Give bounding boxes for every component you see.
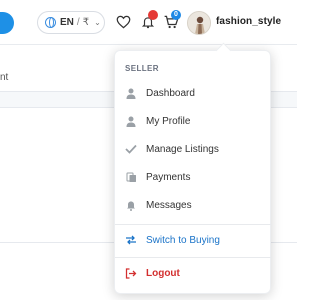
language-currency-selector[interactable]: EN / ₹ ⌄ xyxy=(37,11,105,34)
menu-item-label: Dashboard xyxy=(146,87,195,99)
menu-item-label: My Profile xyxy=(146,115,191,127)
menu-item-label: Manage Listings xyxy=(146,143,219,155)
menu-item-label: Messages xyxy=(146,199,192,211)
avatar[interactable] xyxy=(187,11,211,35)
person-icon xyxy=(125,115,137,127)
cart-badge: 0 xyxy=(171,10,181,20)
header-divider xyxy=(0,44,297,45)
currency-label: ₹ xyxy=(82,17,90,28)
cart-button[interactable]: 0 xyxy=(162,10,181,31)
menu-divider xyxy=(115,224,272,225)
seller-section-label: SELLER xyxy=(125,64,159,73)
switch-to-buying-label: Switch to Buying xyxy=(146,234,220,246)
menu-item-manage-listings[interactable]: Manage Listings xyxy=(115,139,272,159)
notifications-button[interactable] xyxy=(139,10,158,31)
globe-icon xyxy=(45,17,56,28)
heart-icon xyxy=(116,15,130,29)
bell-icon xyxy=(125,199,137,211)
menu-item-messages[interactable]: Messages xyxy=(115,195,272,215)
check-icon xyxy=(125,143,137,155)
swap-arrows-icon xyxy=(125,234,137,246)
logout-label: Logout xyxy=(146,267,180,279)
menu-item-dashboard[interactable]: Dashboard xyxy=(115,83,272,103)
logout-button[interactable]: Logout xyxy=(115,263,272,283)
person-icon xyxy=(125,87,137,99)
menu-divider xyxy=(115,257,272,258)
wishlist-button[interactable] xyxy=(114,13,132,31)
menu-item-label: Payments xyxy=(146,171,191,183)
background-text: nt xyxy=(0,72,9,83)
logout-icon xyxy=(125,267,137,279)
switch-to-buying-link[interactable]: Switch to Buying xyxy=(115,230,272,250)
account-dropdown-menu: SELLER Dashboard My Profile Manage Listi… xyxy=(114,50,272,294)
username-label[interactable]: fashion_style xyxy=(216,16,281,27)
wallet-icon xyxy=(125,171,137,183)
language-label: EN xyxy=(60,17,74,28)
notifications-badge xyxy=(148,10,158,20)
menu-item-my-profile[interactable]: My Profile xyxy=(115,111,272,131)
menu-item-payments[interactable]: Payments xyxy=(115,167,272,187)
chevron-down-icon: ⌄ xyxy=(94,18,101,27)
primary-action-button[interactable] xyxy=(0,12,14,34)
